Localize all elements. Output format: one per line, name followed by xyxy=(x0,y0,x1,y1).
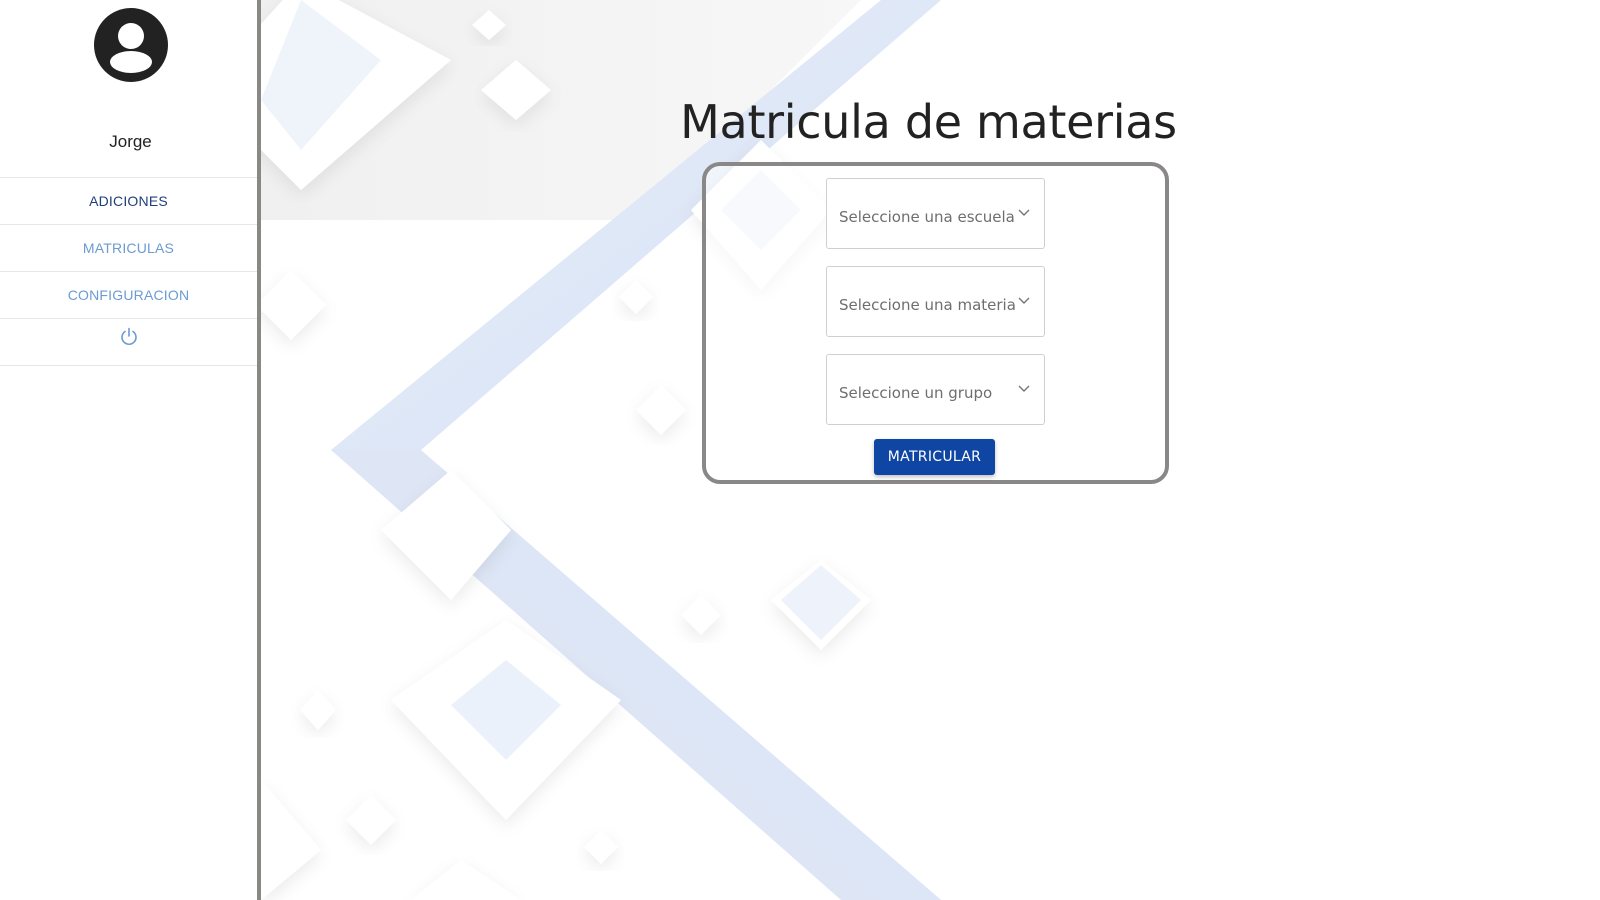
chevron-down-icon xyxy=(1018,209,1030,216)
school-select-placeholder: Seleccione una escuela xyxy=(839,208,1015,226)
sidebar-item-matriculas[interactable]: MATRICULAS xyxy=(0,225,257,272)
chevron-down-icon xyxy=(1018,297,1030,304)
subject-select-placeholder: Seleccione una materia xyxy=(839,296,1016,314)
school-select[interactable]: Seleccione una escuela xyxy=(826,178,1045,249)
sidebar-item-adiciones[interactable]: ADICIONES xyxy=(0,178,257,225)
app-window: Jorge ADICIONES MATRICULAS CONFIGURACION xyxy=(0,0,1600,900)
page-title: Matricula de materias xyxy=(680,95,1177,149)
user-circle-icon[interactable] xyxy=(93,7,169,83)
user-name: Jorge xyxy=(109,132,152,151)
subject-select[interactable]: Seleccione una materia xyxy=(826,266,1045,337)
group-select[interactable]: Seleccione un grupo xyxy=(826,354,1045,425)
main-content: Matricula de materias Seleccione una esc… xyxy=(261,0,1600,900)
sidebar: Jorge ADICIONES MATRICULAS CONFIGURACION xyxy=(0,0,261,900)
sidebar-item-configuracion[interactable]: CONFIGURACION xyxy=(0,272,257,319)
power-icon[interactable] xyxy=(119,327,139,347)
enrollment-form: Seleccione una escuela Seleccione una ma… xyxy=(702,162,1169,484)
sidebar-nav: ADICIONES MATRICULAS CONFIGURACION xyxy=(0,177,257,366)
chevron-down-icon xyxy=(1018,385,1030,392)
logout-button[interactable] xyxy=(0,319,257,366)
matricular-button[interactable]: MATRICULAR xyxy=(874,439,995,475)
group-select-placeholder: Seleccione un grupo xyxy=(839,384,993,402)
